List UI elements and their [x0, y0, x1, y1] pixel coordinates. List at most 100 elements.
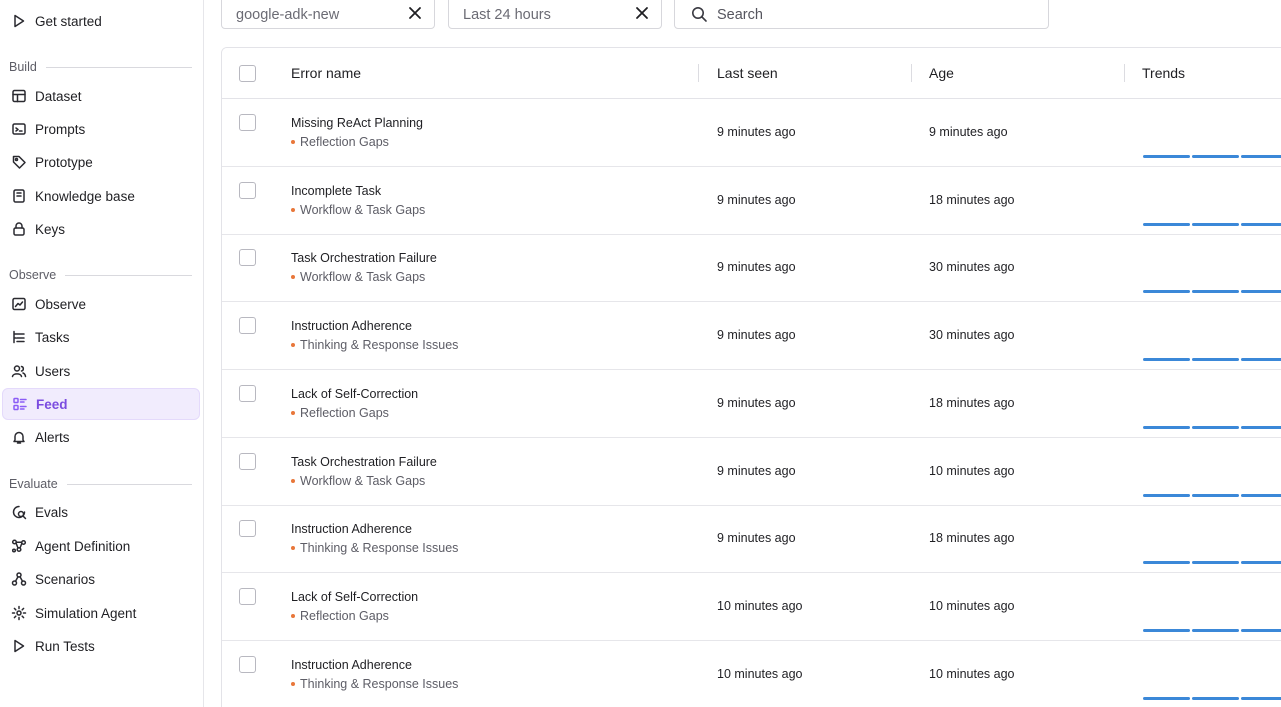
- row-checkbox[interactable]: [239, 520, 256, 538]
- header-trends[interactable]: Trends: [1142, 65, 1185, 81]
- error-name[interactable]: Missing ReAct Planning: [291, 116, 423, 130]
- sidebar-item-label: Users: [35, 363, 71, 379]
- error-name[interactable]: Instruction Adherence: [291, 522, 412, 536]
- sidebar-item-simulation-agent[interactable]: Simulation Agent: [2, 597, 200, 629]
- table-row[interactable]: Incomplete Task Workflow & Task Gaps 9 min…: [222, 167, 1281, 235]
- error-category: Thinking & Response Issues: [291, 677, 458, 691]
- error-name[interactable]: Lack of Self-Correction: [291, 387, 418, 401]
- sidebar-item-tasks[interactable]: Tasks: [2, 321, 200, 353]
- search-input[interactable]: Search: [674, 0, 1049, 29]
- age-cell: 10 minutes ago: [929, 463, 1015, 478]
- divider: [45, 66, 192, 68]
- last-seen-cell: 9 minutes ago: [717, 395, 796, 410]
- header-error-name[interactable]: Error name: [291, 65, 361, 81]
- error-category: Reflection Gaps: [291, 406, 389, 420]
- trend-bar: [1143, 493, 1190, 497]
- sidebar-item-users[interactable]: Users: [2, 355, 200, 387]
- trend-bar: [1192, 358, 1239, 362]
- row-checkbox[interactable]: [239, 114, 256, 131]
- simulation-icon: [11, 605, 27, 621]
- sidebar-item-alerts[interactable]: Alerts: [2, 421, 200, 453]
- select-all-checkbox[interactable]: [239, 65, 256, 82]
- last-seen-cell: 10 minutes ago: [717, 598, 803, 613]
- error-name[interactable]: Instruction Adherence: [291, 658, 412, 672]
- last-seen-cell: 9 minutes ago: [717, 260, 796, 275]
- sidebar-item-label: Keys: [35, 221, 66, 237]
- error-category-label: Reflection Gaps: [300, 405, 389, 420]
- trend-bar: [1143, 222, 1190, 226]
- column-resize-handle[interactable]: [911, 64, 912, 82]
- trend-bar: [1192, 561, 1239, 565]
- section-label-text: Build: [9, 60, 37, 74]
- sidebar: Get started Build Dataset Prompts Protot…: [0, 0, 204, 707]
- category-dot-icon: [291, 207, 295, 212]
- sidebar-item-get-started[interactable]: Get started: [2, 5, 200, 37]
- sidebar-item-prompts[interactable]: Prompts: [2, 113, 200, 145]
- table-header: Error name Last seen Age Trends: [222, 48, 1281, 99]
- trend-bar: [1192, 222, 1239, 226]
- trend-bar: [1192, 425, 1239, 429]
- table-row[interactable]: Instruction Adherence Thinking & Response…: [222, 641, 1281, 707]
- trend-sparkline: [1143, 696, 1281, 700]
- table-row[interactable]: Missing ReAct Planning Reflection Gaps 9 m…: [222, 99, 1281, 167]
- section-label-build: Build: [9, 60, 192, 74]
- sidebar-item-label: Simulation Agent: [35, 605, 137, 621]
- trend-sparkline: [1143, 290, 1281, 294]
- sidebar-item-observe[interactable]: Observe: [2, 288, 200, 320]
- sidebar-item-feed[interactable]: Feed: [2, 388, 200, 420]
- section-label-text: Observe: [9, 268, 57, 282]
- tag-icon: [11, 154, 27, 170]
- row-checkbox[interactable]: [239, 181, 256, 199]
- trend-bar: [1143, 290, 1190, 294]
- row-checkbox[interactable]: [239, 249, 256, 267]
- prompts-icon: [11, 121, 27, 137]
- trend-bar: [1192, 155, 1239, 158]
- row-checkbox[interactable]: [239, 384, 256, 402]
- row-checkbox[interactable]: [239, 452, 256, 470]
- close-icon[interactable]: [635, 6, 649, 24]
- project-filter[interactable]: google-adk-new: [221, 0, 435, 29]
- row-checkbox[interactable]: [239, 655, 256, 673]
- time-range-filter[interactable]: Last 24 hours: [448, 0, 662, 29]
- column-resize-handle[interactable]: [1124, 64, 1125, 82]
- row-checkbox[interactable]: [239, 317, 256, 335]
- error-name[interactable]: Incomplete Task: [291, 184, 381, 198]
- error-name[interactable]: Task Orchestration Failure: [291, 455, 437, 469]
- category-dot-icon: [291, 478, 295, 483]
- header-last-seen[interactable]: Last seen: [717, 65, 778, 81]
- sidebar-item-evals[interactable]: Evals: [2, 496, 200, 528]
- table-row[interactable]: Instruction Adherence Thinking & Response…: [222, 505, 1281, 574]
- sidebar-item-label: Knowledge base: [35, 188, 135, 204]
- graph-icon: [11, 538, 27, 554]
- section-label-evaluate: Evaluate: [9, 477, 192, 491]
- book-icon: [11, 188, 27, 204]
- sidebar-item-keys[interactable]: Keys: [2, 213, 200, 245]
- divider: [66, 483, 192, 485]
- sidebar-item-run-tests[interactable]: Run Tests: [2, 630, 200, 662]
- table-row[interactable]: Lack of Self-Correction Reflection Gaps 9 …: [222, 370, 1281, 438]
- sidebar-item-prototype[interactable]: Prototype: [2, 146, 200, 178]
- age-cell: 18 minutes ago: [929, 192, 1015, 207]
- header-age[interactable]: Age: [929, 65, 954, 81]
- error-name[interactable]: Task Orchestration Failure: [291, 251, 437, 265]
- trend-sparkline: [1143, 493, 1281, 497]
- table-row[interactable]: Instruction Adherence Thinking & Response…: [222, 302, 1281, 371]
- age-cell: 9 minutes ago: [929, 125, 1008, 139]
- error-name[interactable]: Lack of Self-Correction: [291, 590, 418, 604]
- table-row[interactable]: Task Orchestration Failure Workflow & Tas…: [222, 438, 1281, 506]
- table-row[interactable]: Task Orchestration Failure Workflow & Tas…: [222, 234, 1281, 303]
- row-checkbox[interactable]: [239, 587, 256, 605]
- sidebar-item-agent-definition[interactable]: Agent Definition: [2, 530, 200, 562]
- scenarios-icon: [11, 571, 27, 587]
- error-category: Reflection Gaps: [291, 609, 389, 623]
- section-label-text: Evaluate: [9, 477, 58, 491]
- close-icon[interactable]: [408, 6, 422, 24]
- sidebar-item-dataset[interactable]: Dataset: [2, 80, 200, 112]
- table-row[interactable]: Lack of Self-Correction Reflection Gaps 10…: [222, 573, 1281, 641]
- sidebar-item-knowledge-base[interactable]: Knowledge base: [2, 180, 200, 212]
- error-name[interactable]: Instruction Adherence: [291, 319, 412, 333]
- column-resize-handle[interactable]: [698, 64, 699, 82]
- time-range-filter-value: Last 24 hours: [463, 6, 551, 23]
- last-seen-cell: 10 minutes ago: [717, 666, 803, 681]
- sidebar-item-scenarios[interactable]: Scenarios: [2, 563, 200, 595]
